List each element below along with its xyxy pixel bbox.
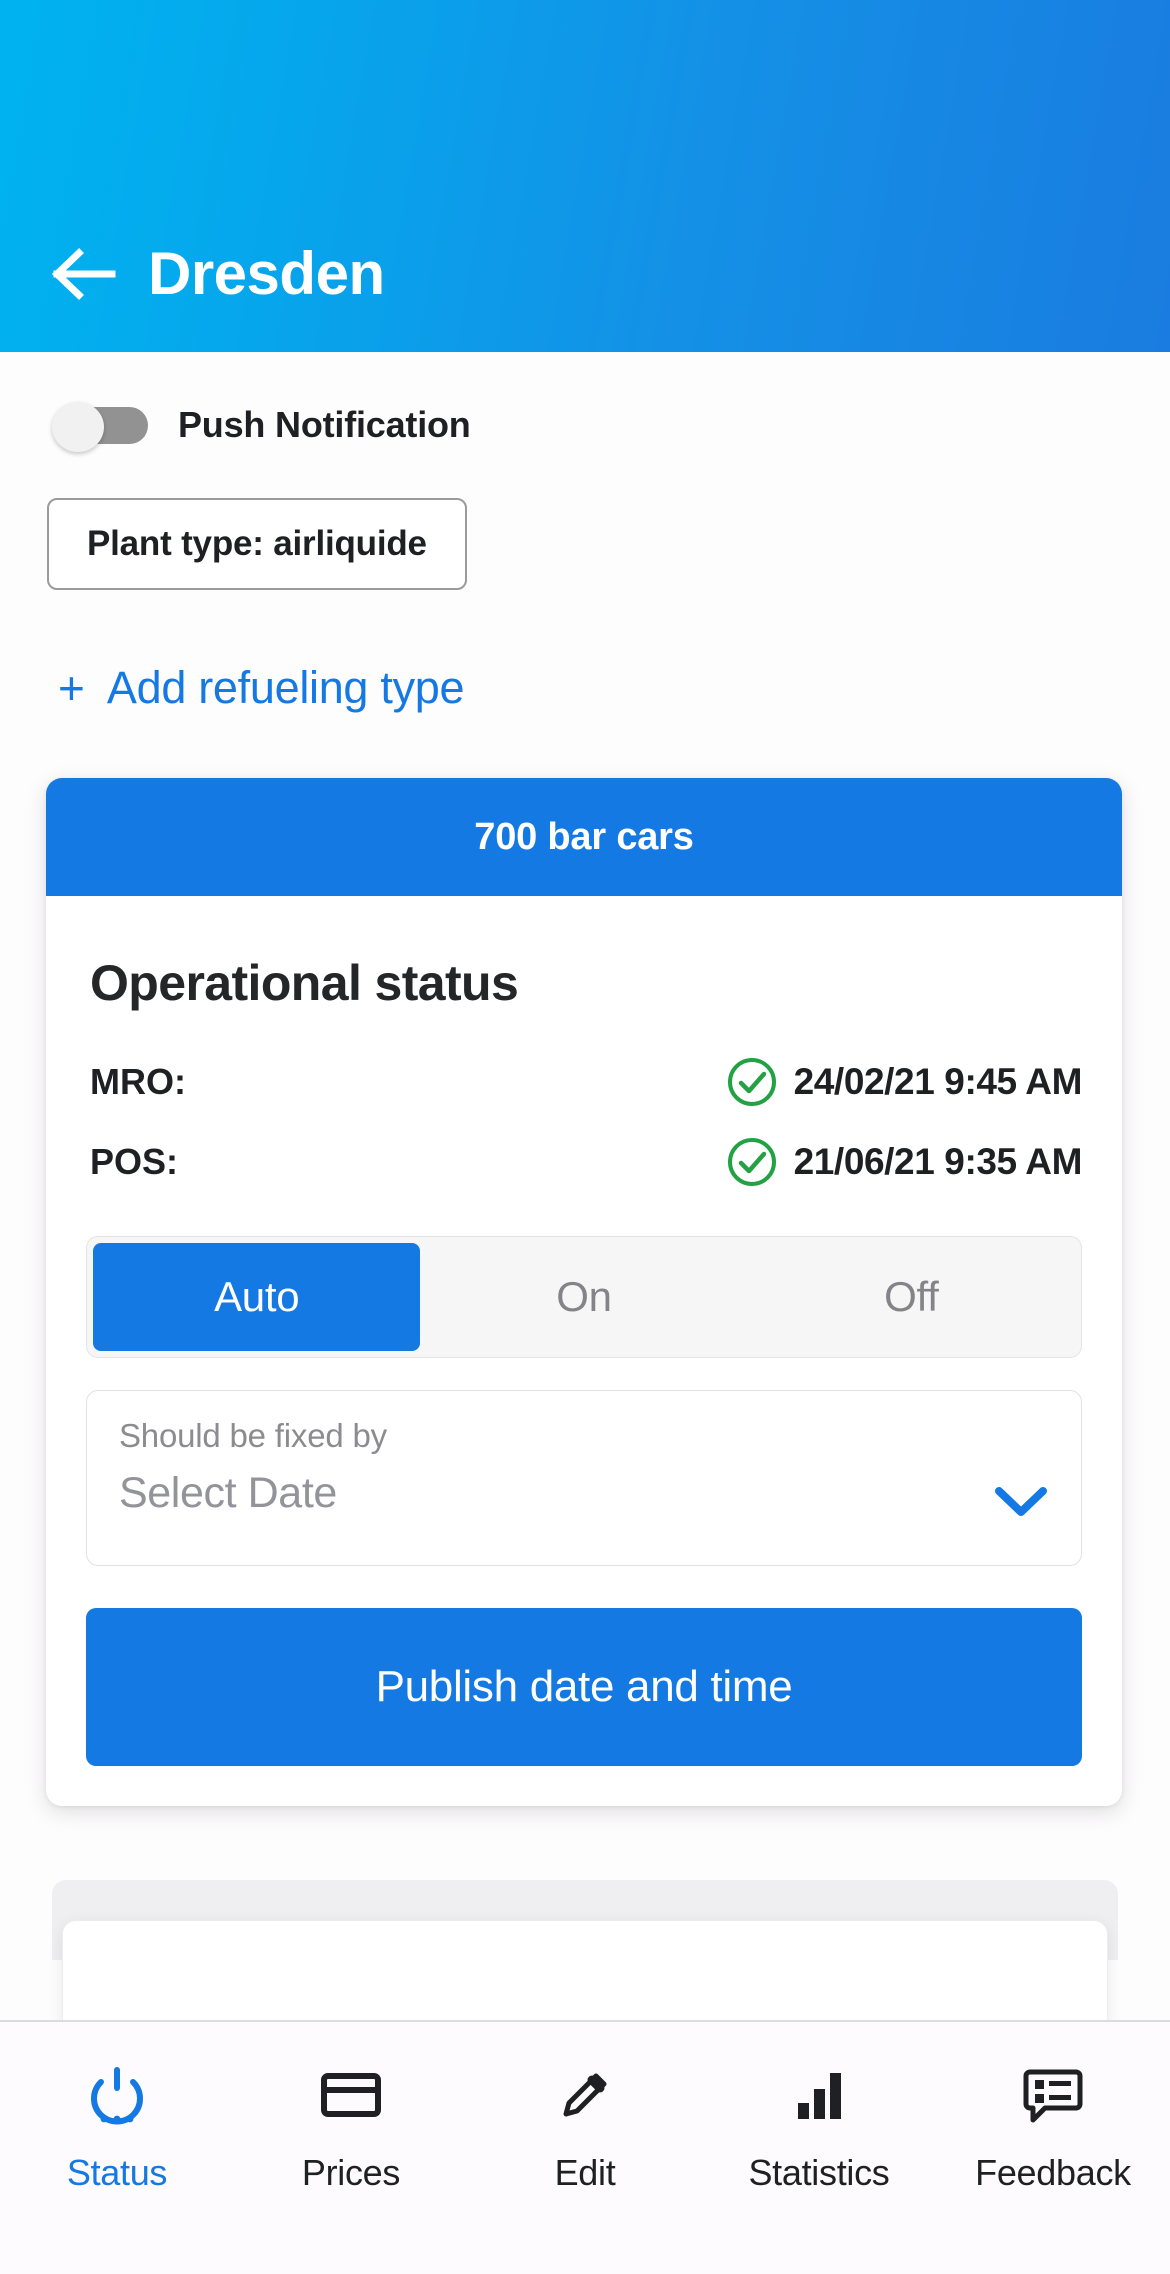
- add-refueling-type-label: Add refueling type: [106, 662, 465, 713]
- status-row-mro: MRO: 24/02/21 9:45 AM: [86, 1042, 1082, 1122]
- nav-item-feedback[interactable]: Feedback: [936, 2022, 1170, 2194]
- plus-icon: +: [58, 662, 85, 714]
- segment-on-label: On: [556, 1273, 612, 1320]
- status-value-pos: 21/06/21 9:35 AM: [726, 1136, 1082, 1188]
- status-date-mro: 24/02/21 9:45 AM: [793, 1061, 1083, 1102]
- segment-off[interactable]: Off: [748, 1243, 1075, 1351]
- nav-label-statistics: Statistics: [748, 2152, 890, 2193]
- status-date-pos: 21/06/21 9:35 AM: [793, 1141, 1083, 1182]
- app-screen: Dresden Push Notification Plant type: ai…: [0, 0, 1170, 2274]
- status-row-pos: POS: 21/06/21 9:35 AM: [86, 1122, 1082, 1202]
- select-date-value: Select Date: [119, 1469, 337, 1517]
- card-header: 700 bar cars: [46, 778, 1122, 896]
- bar-chart-icon: [792, 2064, 846, 2126]
- refueling-type-card: 700 bar cars Operational status MRO: 24/…: [46, 778, 1122, 1806]
- publish-date-time-button[interactable]: Publish date and time: [86, 1608, 1082, 1766]
- page-title: Dresden: [148, 240, 385, 307]
- plant-type-chip[interactable]: Plant type: airliquide: [47, 498, 467, 590]
- back-button[interactable]: [52, 244, 118, 304]
- nav-item-prices[interactable]: Prices: [234, 2022, 468, 2194]
- chevron-down-icon[interactable]: [993, 1483, 1049, 1519]
- nav-item-edit[interactable]: Edit: [468, 2022, 702, 2194]
- segment-on[interactable]: On: [420, 1243, 747, 1351]
- power-dots-icon: [86, 2064, 148, 2126]
- plant-type-label: Plant type: airliquide: [87, 524, 427, 563]
- card-header-title: 700 bar cars: [474, 815, 694, 858]
- operational-status-heading: Operational status: [90, 955, 519, 1011]
- operation-mode-segmented-control: Auto On Off: [86, 1236, 1082, 1358]
- nav-label-status: Status: [66, 2152, 168, 2193]
- status-value-mro: 24/02/21 9:45 AM: [726, 1056, 1082, 1108]
- bottom-navigation: Status Prices Edit Statistics Feedback: [0, 2020, 1170, 2274]
- arrow-left-icon: [52, 248, 116, 300]
- push-notification-row: Push Notification: [0, 352, 1170, 452]
- push-notification-toggle[interactable]: [52, 402, 148, 452]
- app-header-content: Dresden: [0, 244, 385, 352]
- card-body: Operational status MRO: 24/02/21 9:45 AM…: [46, 896, 1122, 1806]
- chat-list-icon: [1023, 2064, 1083, 2126]
- check-circle-icon: [727, 1058, 776, 1106]
- nav-item-statistics[interactable]: Statistics: [702, 2022, 936, 2194]
- credit-card-icon: [320, 2064, 382, 2126]
- nav-label-edit: Edit: [554, 2152, 616, 2193]
- toggle-knob: [52, 402, 104, 452]
- nav-item-status[interactable]: Status: [0, 2022, 234, 2194]
- segment-auto[interactable]: Auto: [93, 1243, 421, 1351]
- segment-auto-label: Auto: [214, 1273, 300, 1320]
- status-key-mro: MRO:: [90, 1061, 186, 1102]
- check-circle-icon: [727, 1138, 776, 1186]
- push-notification-label: Push Notification: [178, 404, 471, 445]
- should-be-fixed-by-label: Should be fixed by: [119, 1417, 387, 1454]
- status-key-pos: POS:: [90, 1141, 179, 1182]
- pencil-icon: [556, 2064, 614, 2126]
- nav-label-prices: Prices: [301, 2152, 401, 2193]
- segment-off-label: Off: [884, 1273, 939, 1320]
- app-header: Dresden: [0, 0, 1170, 352]
- publish-date-time-label: Publish date and time: [375, 1662, 793, 1711]
- should-be-fixed-by-field[interactable]: Should be fixed by Select Date: [86, 1390, 1082, 1566]
- nav-label-feedback: Feedback: [975, 2152, 1131, 2193]
- add-refueling-type-button[interactable]: + Add refueling type: [58, 662, 465, 714]
